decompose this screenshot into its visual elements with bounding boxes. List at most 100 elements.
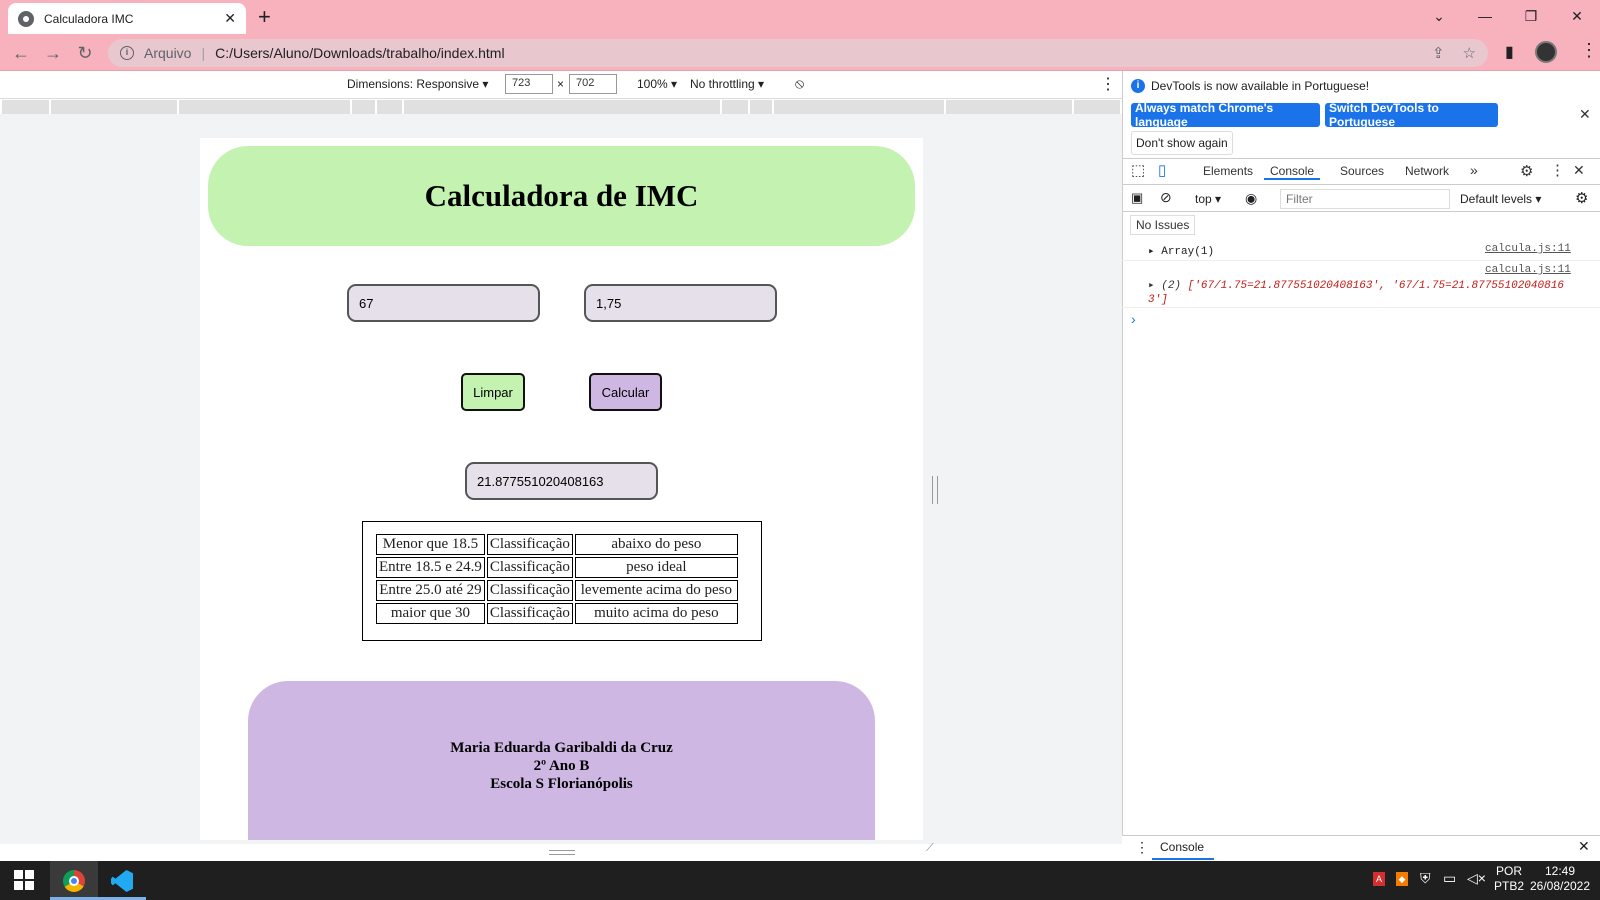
inspect-icon[interactable]: ⬚	[1131, 161, 1145, 179]
new-tab-button[interactable]: +	[258, 4, 271, 30]
log-text: Array(1)	[1161, 246, 1215, 258]
table-cell: maior que 30	[376, 603, 485, 624]
mq-divider	[402, 100, 404, 114]
settings-icon[interactable]: ⚙	[1520, 162, 1533, 180]
table-row: maior que 30 Classificação muito acima d…	[376, 603, 738, 624]
more-options-icon[interactable]: ⋮	[1100, 74, 1116, 94]
author-name: Maria Eduarda Garibaldi da Cruz	[450, 740, 673, 756]
devtools-menu-icon[interactable]: ⋮	[1550, 161, 1565, 179]
resize-handle-right[interactable]	[932, 476, 938, 504]
table-cell: abaixo do peso	[574, 534, 738, 555]
resultado-input[interactable]: 21.877551020408163	[465, 462, 658, 500]
emulated-page: Calculadora de IMC 67 1,75 Limpar Calcul…	[200, 138, 923, 840]
table-cell: Classificação	[486, 557, 573, 578]
altura-input[interactable]: 1,75	[584, 284, 777, 322]
logo-pane	[25, 870, 34, 879]
acrobat-tray-icon[interactable]: A	[1373, 872, 1385, 886]
drawer-menu-icon[interactable]: ⋮	[1135, 839, 1149, 856]
table-cell: Classificação	[486, 603, 573, 624]
clock-date: 26/08/2022	[1529, 879, 1591, 893]
drawer-tab-console[interactable]: Console	[1152, 840, 1215, 860]
dont-show-again-button[interactable]: Don't show again	[1131, 131, 1233, 155]
tab-network[interactable]: Network	[1405, 164, 1449, 178]
array-contents: ['67/1.75=21.877551020408163', '67/1.75=…	[1148, 280, 1564, 306]
language-indicator[interactable]: POR PTB2	[1494, 864, 1524, 894]
height-input[interactable]: 702	[569, 74, 617, 94]
taskbar	[0, 861, 1600, 900]
console-prompt[interactable]: ›	[1131, 311, 1136, 327]
network-icon[interactable]: ▭	[1443, 871, 1456, 886]
context-label: top	[1195, 192, 1212, 206]
eye-icon[interactable]: ◉	[1245, 190, 1257, 207]
match-language-button[interactable]: Always match Chrome's language	[1131, 101, 1320, 129]
windows-start-icon[interactable]	[14, 870, 34, 890]
security-shield-icon[interactable]: ⛨	[1420, 871, 1431, 886]
more-tabs-icon[interactable]: »	[1470, 162, 1478, 178]
throttling-dropdown[interactable]: No throttling ▾	[690, 77, 764, 91]
close-notice-icon[interactable]: ✕	[1579, 106, 1591, 123]
restore-icon[interactable]: ❐	[1508, 2, 1554, 30]
forward-icon[interactable]: →	[40, 40, 66, 66]
menu-icon[interactable]: ⋮	[1580, 40, 1598, 61]
context-dropdown[interactable]: top ▾	[1195, 192, 1221, 206]
vscode-icon	[111, 870, 133, 892]
calcular-button[interactable]: Calcular	[589, 373, 662, 411]
width-input[interactable]: 723	[505, 74, 553, 94]
tab-console[interactable]: Console	[1264, 164, 1321, 180]
close-window-icon[interactable]: ✕	[1554, 2, 1600, 30]
avatar[interactable]	[1535, 41, 1557, 63]
log-entry[interactable]: ▸ (2) ['67/1.75=21.877551020408163', '67…	[1148, 279, 1568, 307]
browser-tab[interactable]: Calculadora IMC ✕	[8, 3, 246, 34]
device-toggle-icon[interactable]: ▯	[1158, 161, 1166, 179]
bookmark-star-icon[interactable]: ☆	[1463, 44, 1476, 62]
tab-search-icon[interactable]: ⌄	[1416, 2, 1462, 30]
app-tray-icon[interactable]: ◆	[1396, 872, 1408, 886]
chrome-icon-center	[69, 876, 79, 886]
page-title: Calculadora de IMC	[424, 178, 699, 213]
tab-sources[interactable]: Sources	[1340, 164, 1384, 178]
url-text[interactable]: C:/Users/Aluno/Downloads/trabalho/index.…	[215, 45, 504, 61]
filter-input[interactable]: Filter	[1280, 189, 1450, 209]
zoom-dropdown[interactable]: 100% ▾	[637, 77, 677, 91]
share-icon[interactable]: ⇪	[1432, 44, 1445, 62]
console-settings-icon[interactable]: ⚙	[1575, 189, 1588, 207]
sidebar-toggle-icon[interactable]: ▣	[1131, 190, 1143, 206]
author-class: 2º Ano B	[533, 758, 590, 774]
source-link[interactable]: calcula.js:11	[1485, 264, 1571, 276]
table-cell: peso ideal	[574, 557, 738, 578]
peso-input[interactable]: 67	[347, 284, 540, 322]
mq-divider	[350, 100, 352, 114]
security-label: Arquivo	[144, 45, 192, 61]
chrome-taskbar-item[interactable]	[50, 861, 98, 900]
times-sign: ×	[557, 77, 565, 91]
table-row: Entre 25.0 até 29 Classificação levement…	[376, 580, 738, 601]
resize-corner-icon[interactable]: ⟋	[926, 842, 934, 855]
table-row: Menor que 18.5 Classificação abaixo do p…	[376, 534, 738, 555]
minimize-icon[interactable]: —	[1462, 2, 1508, 30]
source-link[interactable]: calcula.js:11	[1485, 243, 1571, 255]
rotate-icon[interactable]: ⦸	[795, 75, 804, 92]
dimensions-dropdown[interactable]: Dimensions: Responsive ▾	[347, 77, 488, 91]
log-entry[interactable]: ▸ Array(1)	[1148, 244, 1214, 258]
mq-divider	[944, 100, 946, 114]
close-drawer-icon[interactable]: ✕	[1578, 838, 1590, 855]
close-tab-icon[interactable]: ✕	[224, 10, 236, 27]
clear-console-icon[interactable]: ⊘	[1160, 189, 1172, 206]
limpar-button[interactable]: Limpar	[461, 373, 525, 411]
tab-elements[interactable]: Elements	[1203, 164, 1253, 178]
switch-language-button[interactable]: Switch DevTools to Portuguese	[1325, 101, 1498, 129]
resize-handle-bottom[interactable]	[549, 850, 575, 855]
back-icon[interactable]: ←	[8, 40, 34, 66]
issues-button[interactable]: No Issues	[1130, 215, 1196, 235]
media-query-bar[interactable]	[2, 100, 1120, 114]
vscode-taskbar-item[interactable]	[98, 861, 146, 900]
address-bar[interactable]: i Arquivo | C:/Users/Aluno/Downloads/tra…	[108, 39, 1488, 67]
close-devtools-icon[interactable]: ✕	[1573, 162, 1585, 179]
info-icon[interactable]: i	[120, 46, 134, 60]
side-panel-icon[interactable]: ▮	[1505, 42, 1514, 62]
volume-muted-icon[interactable]: ◁×	[1467, 871, 1486, 886]
clock[interactable]: 12:49 26/08/2022	[1528, 864, 1592, 894]
table-cell: Menor que 18.5	[376, 534, 485, 555]
levels-dropdown[interactable]: Default levels ▾	[1460, 192, 1541, 206]
reload-icon[interactable]: ↻	[72, 40, 98, 66]
